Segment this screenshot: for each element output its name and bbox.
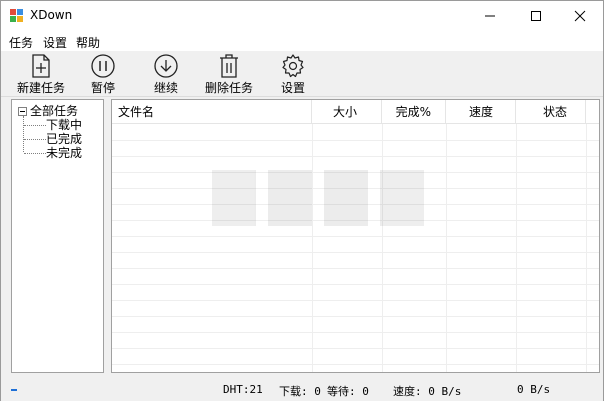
status-speed-secondary: 0 B/s — [517, 383, 551, 396]
close-icon — [574, 10, 586, 22]
resume-label: 继续 — [153, 81, 178, 95]
tree-child-label: 已完成 — [46, 132, 83, 146]
grid-line — [112, 364, 599, 365]
toolbar: 新建任务 暂停 继续 删除任务 设置 — [1, 51, 603, 97]
grid-line — [112, 284, 599, 285]
settings-label: 设置 — [280, 81, 305, 95]
menu-help[interactable]: 帮助 — [76, 34, 100, 51]
menu-bar: 任务 设置 帮助 — [1, 31, 603, 51]
watermark-block — [324, 170, 368, 226]
column-percent[interactable]: 完成% — [382, 100, 446, 124]
column-filename[interactable]: 文件名 — [112, 100, 312, 124]
tree-child-label: 未完成 — [46, 146, 83, 160]
title-bar[interactable]: XDown — [1, 1, 603, 31]
trash-icon — [220, 54, 238, 78]
grid-line — [112, 156, 599, 157]
grid-line — [586, 124, 587, 372]
close-button[interactable] — [557, 1, 603, 31]
column-status[interactable]: 状态 — [516, 100, 586, 124]
new-file-icon — [32, 54, 50, 78]
window-title: XDown — [30, 8, 73, 22]
collapse-icon[interactable] — [18, 106, 27, 116]
grid-line — [446, 124, 447, 372]
grid-line — [112, 268, 599, 269]
resume-button[interactable]: 继续 — [148, 51, 184, 97]
task-list[interactable]: 文件名 大小 完成% 速度 状态 — [111, 99, 600, 373]
tree-child-label: 下载中 — [46, 118, 83, 132]
download-arrow-icon — [154, 54, 178, 78]
column-size[interactable]: 大小 — [312, 100, 382, 124]
pause-label: 暂停 — [90, 81, 115, 95]
grid-line — [112, 236, 599, 237]
settings-button[interactable]: 设置 — [275, 51, 311, 97]
grid-line — [112, 300, 599, 301]
tree-branch — [24, 124, 46, 126]
tree-item-completed[interactable]: 已完成 — [24, 132, 82, 146]
gear-icon — [282, 54, 304, 78]
maximize-icon — [531, 11, 541, 21]
app-logo-icon — [10, 9, 23, 22]
tree-item-incomplete[interactable]: 未完成 — [24, 146, 82, 160]
delete-task-label: 删除任务 — [204, 81, 253, 95]
delete-task-button[interactable]: 删除任务 — [203, 51, 255, 97]
minimize-button[interactable] — [467, 1, 513, 31]
new-task-label: 新建任务 — [16, 81, 65, 95]
task-list-header: 文件名 大小 完成% 速度 状态 — [112, 100, 599, 124]
grid-line — [382, 124, 383, 372]
grid-line — [112, 140, 599, 141]
pause-button[interactable]: 暂停 — [85, 51, 121, 97]
watermark-block — [212, 170, 256, 226]
grid-line — [112, 348, 599, 349]
menu-task[interactable]: 任务 — [9, 34, 33, 51]
category-tree: 全部任务 下载中 已完成 未完成 — [11, 99, 104, 373]
status-bar: DHT:21 下载: 0 等待: 0 速度: 0 B/s 0 B/s — [1, 379, 603, 401]
tree-root-label: 全部任务 — [30, 104, 79, 118]
status-waiting: 等待: 0 — [327, 385, 369, 398]
grid-line — [312, 124, 313, 372]
tree-branch — [24, 152, 46, 154]
status-speed: 速度: 0 B/s — [393, 385, 462, 398]
status-dht: DHT:21 — [223, 383, 263, 396]
empty-watermark — [212, 170, 424, 226]
tree-branch — [24, 138, 46, 140]
new-task-button[interactable]: 新建任务 — [15, 51, 67, 97]
grid-line — [112, 316, 599, 317]
app-window: XDown 任务 设置 帮助 新建任务 暂停 继续 删除任务 设置 全部任务 下… — [0, 0, 604, 401]
maximize-button[interactable] — [513, 1, 559, 31]
menu-settings[interactable]: 设置 — [43, 34, 67, 51]
pause-icon — [91, 54, 115, 78]
grid-line — [112, 252, 599, 253]
tree-item-downloading[interactable]: 下载中 — [24, 118, 82, 132]
grid-line — [112, 332, 599, 333]
minimize-icon — [485, 15, 495, 17]
column-speed[interactable]: 速度 — [446, 100, 516, 124]
progress-indicator — [11, 389, 17, 391]
grid-line — [516, 124, 517, 372]
tree-item-all-tasks[interactable]: 全部任务 — [18, 104, 78, 118]
status-downloading: 下载: 0 — [279, 385, 321, 398]
watermark-block — [268, 170, 312, 226]
watermark-block — [380, 170, 424, 226]
